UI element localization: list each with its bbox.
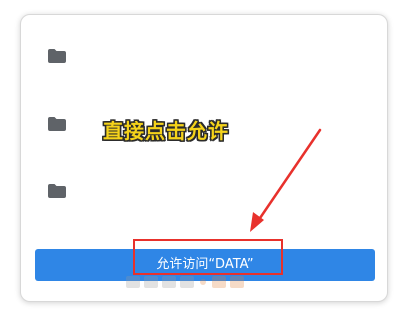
instruction-caption: 直接点击允许	[103, 119, 229, 143]
folder-icon[interactable]	[47, 48, 67, 64]
allow-access-button[interactable]: 允许访问“DATA”	[35, 249, 375, 281]
folder-icon[interactable]	[47, 183, 67, 199]
folder-access-dialog: 直接点击允许 允许访问“DATA”	[20, 14, 388, 302]
folder-icon[interactable]	[47, 116, 67, 132]
screenshot-stage: 直接点击允许 允许访问“DATA”	[0, 0, 402, 310]
